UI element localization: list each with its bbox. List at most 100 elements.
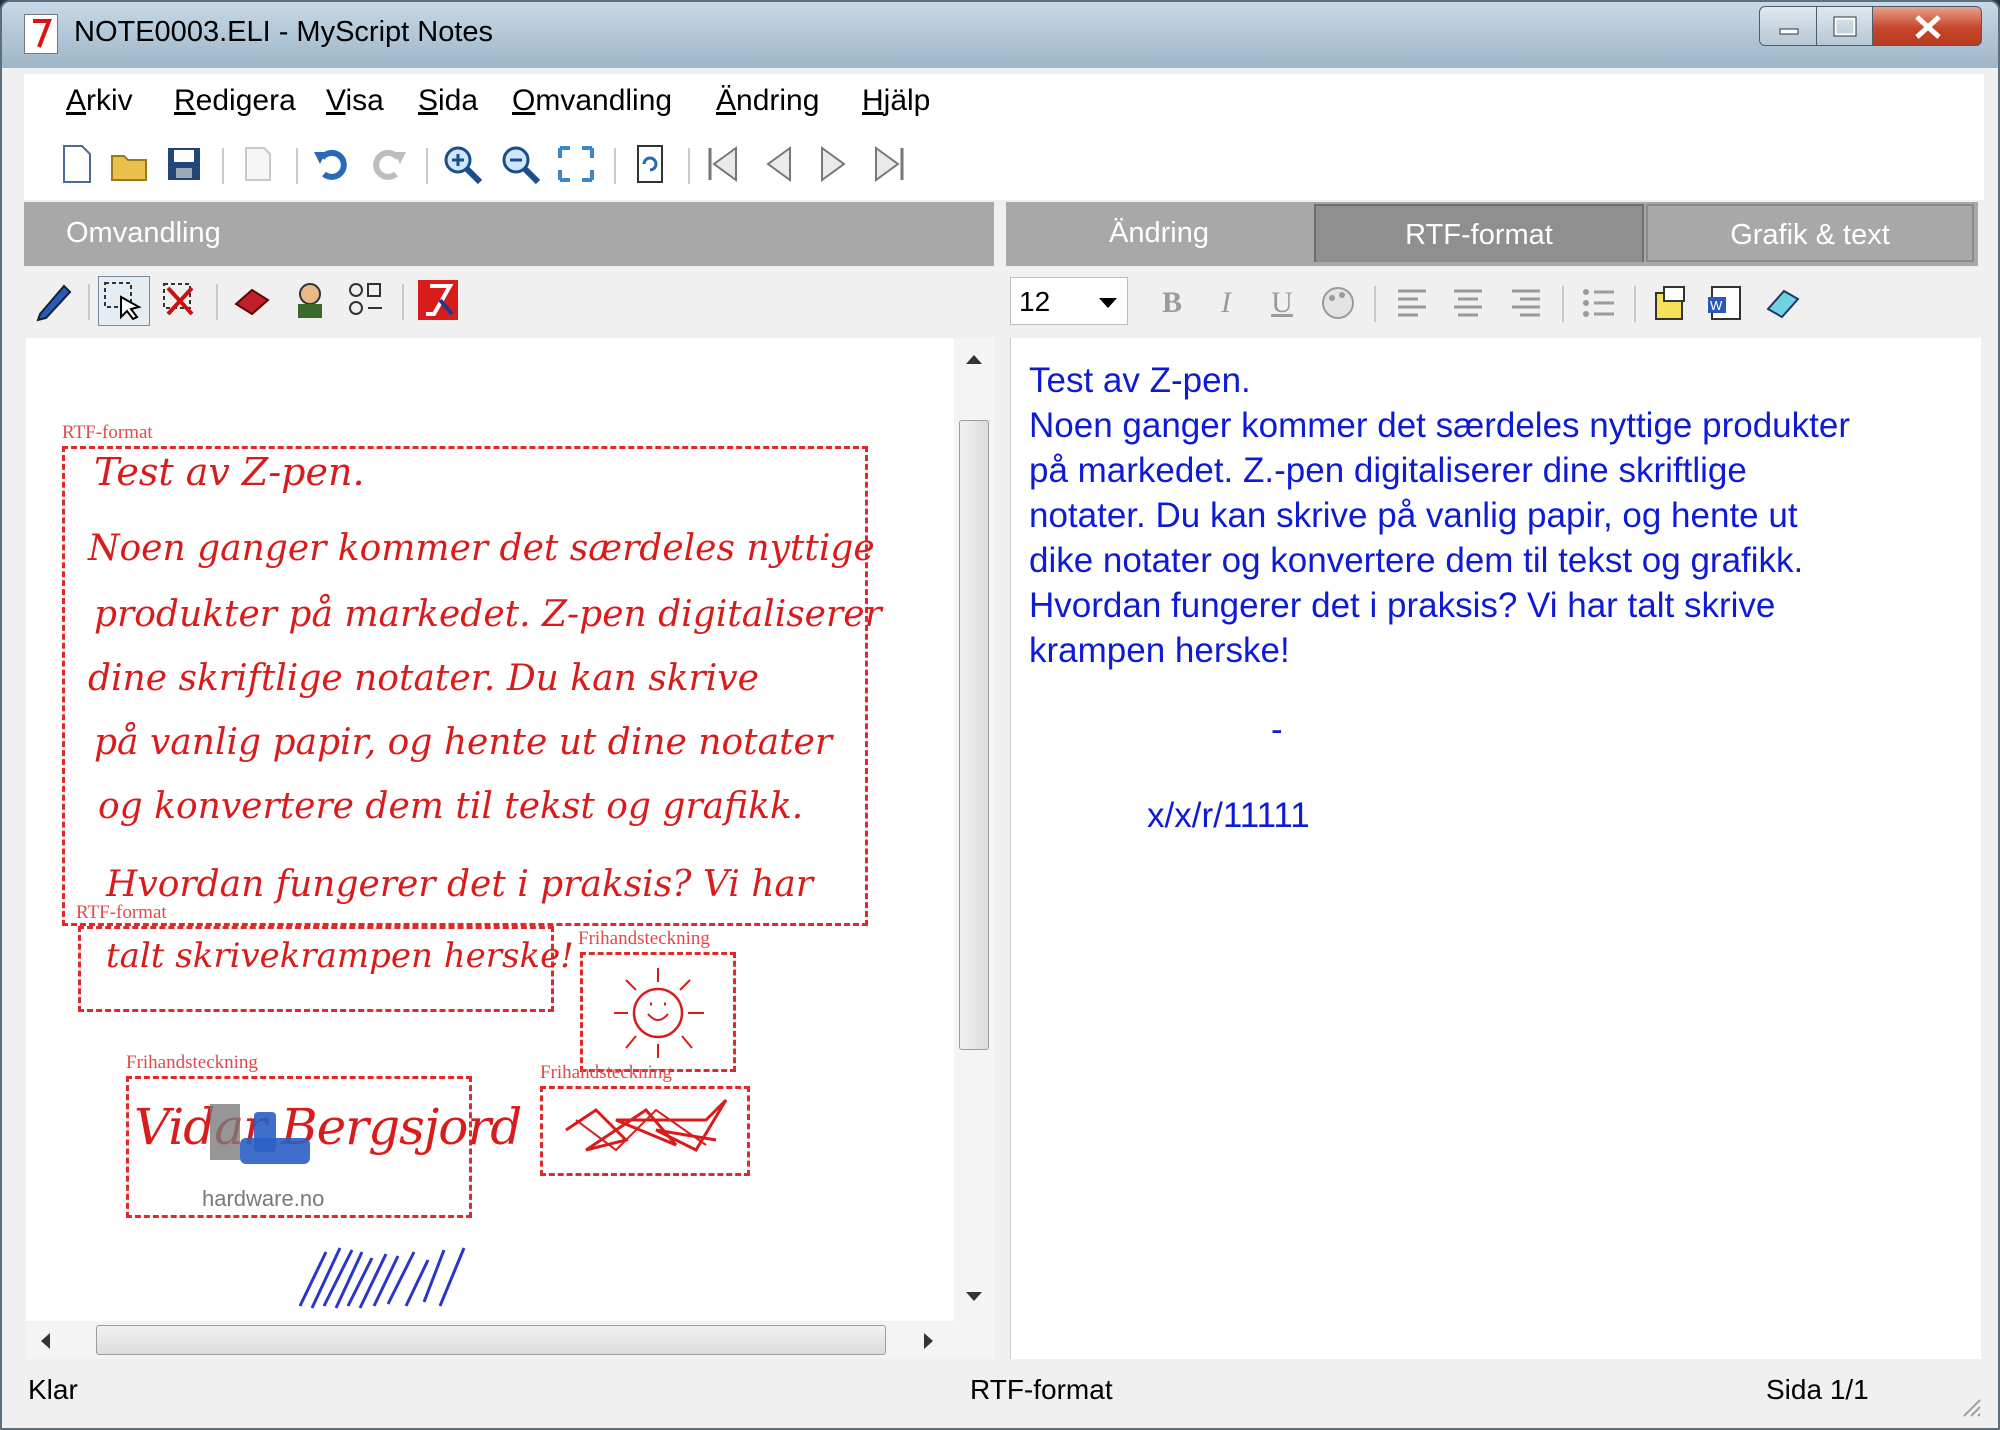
select-icon[interactable] [98,276,150,326]
blue-scribble [298,1247,466,1309]
bold-icon[interactable]: B [1152,283,1192,323]
freehand-label-2: Frihandsteckning [126,1052,258,1073]
font-size-select[interactable]: 12 [1010,277,1128,325]
eraser-icon[interactable] [230,278,274,322]
vertical-scrollbar[interactable] [954,338,994,1321]
refresh-icon[interactable] [628,142,672,186]
main-window: NOTE0003.ELI - MyScript Notes Arkiv Redi… [0,0,2000,1430]
tab-andring[interactable]: Ändring [1006,204,1312,262]
rtf-code-line: x/x/r/11111 [1147,796,1310,835]
panel-splitter[interactable] [994,202,1006,1362]
italic-icon[interactable]: I [1206,283,1246,323]
conversion-panel-title: Omvandling [66,217,221,249]
handwriting-line-7: Hvordan fungerer det i praksis? Vi har [106,864,814,905]
rtf-line-5: dike notater og konvertere dem til tekst… [1029,541,1804,580]
handwriting-line-6: og konvertere dem til tekst og grafikk. [98,786,804,827]
app-icon [24,14,58,54]
prev-page-icon[interactable] [756,142,800,186]
status-page: Sida 1/1 [1766,1374,1869,1405]
freehand-label-3: Frihandsteckning [540,1062,672,1083]
pen-icon[interactable] [32,278,76,322]
align-center-icon[interactable] [1448,283,1488,323]
close-button[interactable] [1872,6,1982,46]
menu-omvandling[interactable]: Omvandling [512,84,672,118]
open-icon[interactable] [108,142,152,186]
hardware-logo-icon [210,1104,310,1164]
status-ready: Klar [28,1374,78,1405]
horizontal-scrollbar[interactable] [26,1321,994,1359]
rtf-format-label-1: RTF-format [62,422,153,443]
export-icon[interactable] [236,142,280,186]
menu-visa[interactable]: Visa [326,84,384,118]
rtf-line-4: notater. Du kan skrive på vanlig papir, … [1029,496,1798,535]
main-toolbar [24,134,1984,200]
minimize-button[interactable] [1759,6,1817,46]
rtf-dash: - [1271,710,1283,749]
handwriting-line-3: produkter på markedet. Z-pen digitaliser… [94,594,882,635]
conversion-panel-header: Omvandling [24,202,994,266]
zoom-in-icon[interactable] [440,142,484,186]
scroll-up-icon[interactable] [964,352,984,366]
notes-export-icon[interactable] [1650,283,1690,323]
conversion-toolbar [24,270,994,334]
maximize-button[interactable] [1816,6,1873,46]
menu-hjalp[interactable]: Hjälp [862,84,930,118]
bullet-list-icon[interactable] [1578,283,1618,323]
watermark-text: hardware.no [202,1186,325,1211]
word-export-icon[interactable]: W [1704,283,1744,323]
rtf-line-6: Hvordan fungerer det i praksis? Vi har t… [1029,586,1776,625]
handwriting-line-2: Noen ganger kommer det særdeles nyttige [88,528,875,569]
next-page-icon[interactable] [812,142,856,186]
handwriting-line-4: dine skriftlige notater. Du kan skrive [88,658,759,699]
right-tab-bar: Ändring RTF-format Grafik & text [1006,202,1978,266]
rtf-line-1: Test av Z-pen. [1029,361,1251,400]
menu-andring[interactable]: Ändring [716,84,819,118]
window-title: NOTE0003.ELI - MyScript Notes [74,16,494,48]
save-icon[interactable] [162,142,206,186]
title-bar[interactable]: NOTE0003.ELI - MyScript Notes [2,2,1998,68]
menu-sida[interactable]: Sida [418,84,478,118]
menu-redigera[interactable]: Redigera [174,84,296,118]
underline-icon[interactable]: U [1262,283,1302,323]
scroll-down-icon[interactable] [964,1290,984,1304]
color-palette-icon[interactable] [1318,283,1358,323]
rtf-format-label-2: RTF-format [76,902,167,923]
myscript-icon[interactable] [416,278,460,322]
rtf-line-3: på markedet. Z.-pen digitaliserer dine s… [1029,451,1747,490]
status-mode: RTF-format [970,1374,1113,1405]
freehand-label-1: Frihandsteckning [578,928,710,949]
handwriting-line-5: på vanlig papir, og hente ut dine notate… [94,722,833,763]
handwriting-line-1: Test av Z-pen. [94,450,365,494]
undo-icon[interactable] [310,142,354,186]
scroll-right-icon[interactable] [922,1331,936,1351]
align-left-icon[interactable] [1392,283,1432,323]
status-bar: Klar RTF-format Sida 1/1 [2,1362,1998,1428]
menu-arkiv[interactable]: Arkiv [66,84,133,118]
chevron-down-icon [1099,298,1117,308]
last-page-icon[interactable] [868,142,912,186]
zoom-out-icon[interactable] [498,142,542,186]
tab-rtf-format[interactable]: RTF-format [1314,204,1644,262]
redo-icon[interactable] [366,142,410,186]
menu-bar: Arkiv Redigera Visa Sida Omvandling Ändr… [24,74,1984,134]
clear-icon[interactable] [1762,283,1802,323]
fit-icon[interactable] [554,142,598,186]
tab-grafik-text[interactable]: Grafik & text [1646,204,1974,262]
align-right-icon[interactable] [1506,283,1546,323]
first-page-icon[interactable] [700,142,744,186]
scribble-drawing [565,1098,728,1152]
resize-grip-icon[interactable] [1958,1394,1984,1420]
horizontal-scroll-thumb[interactable] [96,1325,886,1355]
vertical-scroll-thumb[interactable] [959,420,989,1050]
scroll-left-icon[interactable] [38,1331,52,1351]
shapes-icon[interactable] [344,278,388,322]
delete-icon[interactable] [158,278,202,322]
rtf-text-area[interactable]: Test av Z-pen. Noen ganger kommer det sæ… [1010,338,1981,1359]
ink-canvas[interactable]: RTF-format Test av Z-pen. Noen ganger ko… [26,338,954,1321]
handwriting-line-8: talt skrivekrampen herske! [106,936,574,976]
maximize-icon [1833,16,1857,37]
new-icon[interactable] [54,142,98,186]
person-icon[interactable] [288,278,332,322]
close-icon [1915,15,1941,39]
font-size-value: 12 [1019,286,1051,317]
